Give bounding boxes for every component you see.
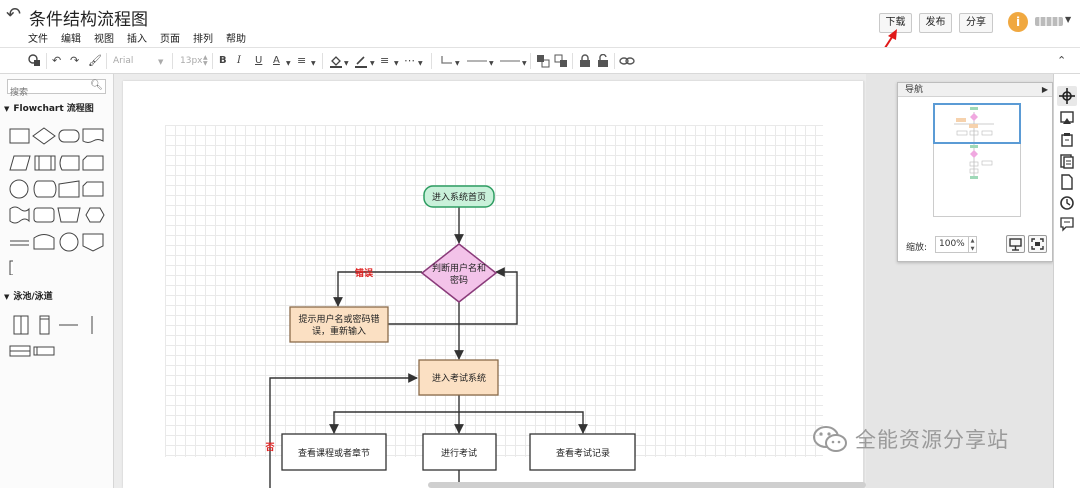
username-blurred[interactable] (1035, 17, 1063, 26)
navigator-panel: 导航 ▶ 缩放: 100% ▲ ▼ (897, 82, 1053, 262)
node-decision[interactable]: 判断用户名和 密码 (420, 243, 498, 303)
publish-button[interactable]: 发布 (919, 13, 952, 33)
user-menu-caret-icon[interactable]: ▼ (1065, 15, 1071, 24)
history-panel-button[interactable] (1059, 195, 1075, 211)
navigator-collapse-icon[interactable]: ▶ (1042, 83, 1048, 97)
image-panel-button[interactable] (1059, 110, 1075, 126)
node-error-prompt[interactable]: 提示用户名或密码错 误，重新输入 (289, 306, 389, 343)
edge-loop-back[interactable] (269, 373, 418, 488)
navigator-viewport[interactable] (933, 103, 1021, 144)
zoom-input[interactable]: 100% (935, 236, 969, 253)
svg-text:进入系统首页: 进入系统首页 (432, 191, 486, 203)
watermark: 全能资源分享站 (811, 423, 1009, 455)
svg-text:误，重新输入: 误，重新输入 (312, 325, 366, 337)
node-view-course[interactable]: 查看课程或者章节 (281, 433, 387, 471)
collapse-toolbar-icon[interactable]: ⌃ (1057, 54, 1066, 67)
data-panel-button[interactable] (1059, 132, 1075, 148)
image-icon (1060, 111, 1074, 124)
watermark-text: 全能资源分享站 (855, 428, 1009, 452)
edge-to-record[interactable] (459, 411, 588, 434)
comments-panel-button[interactable] (1059, 216, 1075, 232)
edge-to-course[interactable] (329, 395, 460, 434)
right-toolbar (1053, 74, 1080, 488)
edge-label-error[interactable]: 错误 (355, 267, 374, 279)
node-view-record[interactable]: 查看考试记录 (529, 433, 636, 471)
page-icon (1061, 174, 1073, 190)
svg-text:进入考试系统: 进入考试系统 (432, 372, 486, 384)
clipboard-icon (1061, 133, 1073, 147)
svg-text:查看考试记录: 查看考试记录 (556, 447, 610, 459)
horizontal-scrollbar[interactable] (428, 482, 866, 488)
flowchart-diagram: 进入系统首页 判断用户名和 密码 提示用户名或密码错 误，重新输入 进入考试系统… (264, 185, 636, 488)
svg-text:判断用户名和: 判断用户名和 (432, 262, 486, 274)
svg-text:查看课程或者章节: 查看课程或者章节 (298, 447, 370, 459)
zoom-spinner-icon[interactable]: ▲ ▼ (969, 236, 977, 253)
fit-screen-button[interactable] (1006, 235, 1025, 253)
presentation-icon (1009, 238, 1022, 251)
fullscreen-icon (1031, 238, 1044, 250)
fullscreen-button[interactable] (1028, 235, 1047, 253)
svg-text:密码: 密码 (450, 274, 468, 286)
document-list-icon (1060, 154, 1074, 169)
node-start[interactable]: 进入系统首页 (423, 185, 495, 208)
comment-icon (1060, 217, 1074, 232)
page-panel-button[interactable] (1059, 174, 1075, 190)
edge-label-no[interactable]: 否 (264, 442, 274, 453)
zoom-label: 缩放: (906, 243, 928, 253)
wechat-logo-icon (813, 426, 847, 452)
navigator-header: 导航 ▶ (898, 83, 1052, 97)
svg-text:进行考试: 进行考试 (441, 447, 477, 459)
svg-text:提示用户名或密码错: 提示用户名或密码错 (298, 313, 379, 325)
node-enter-exam[interactable]: 进入考试系统 (418, 359, 499, 396)
attributes-panel-button[interactable] (1059, 153, 1075, 169)
avatar[interactable]: i (1008, 12, 1028, 32)
compass-icon (1059, 88, 1075, 104)
navigator-toggle-button[interactable] (1057, 86, 1077, 106)
edge-decision-to-error[interactable] (333, 271, 422, 307)
navigator-title: 导航 (905, 85, 924, 95)
node-take-exam[interactable]: 进行考试 (422, 433, 497, 471)
history-icon (1060, 196, 1074, 210)
share-button[interactable]: 分享 (959, 13, 993, 33)
